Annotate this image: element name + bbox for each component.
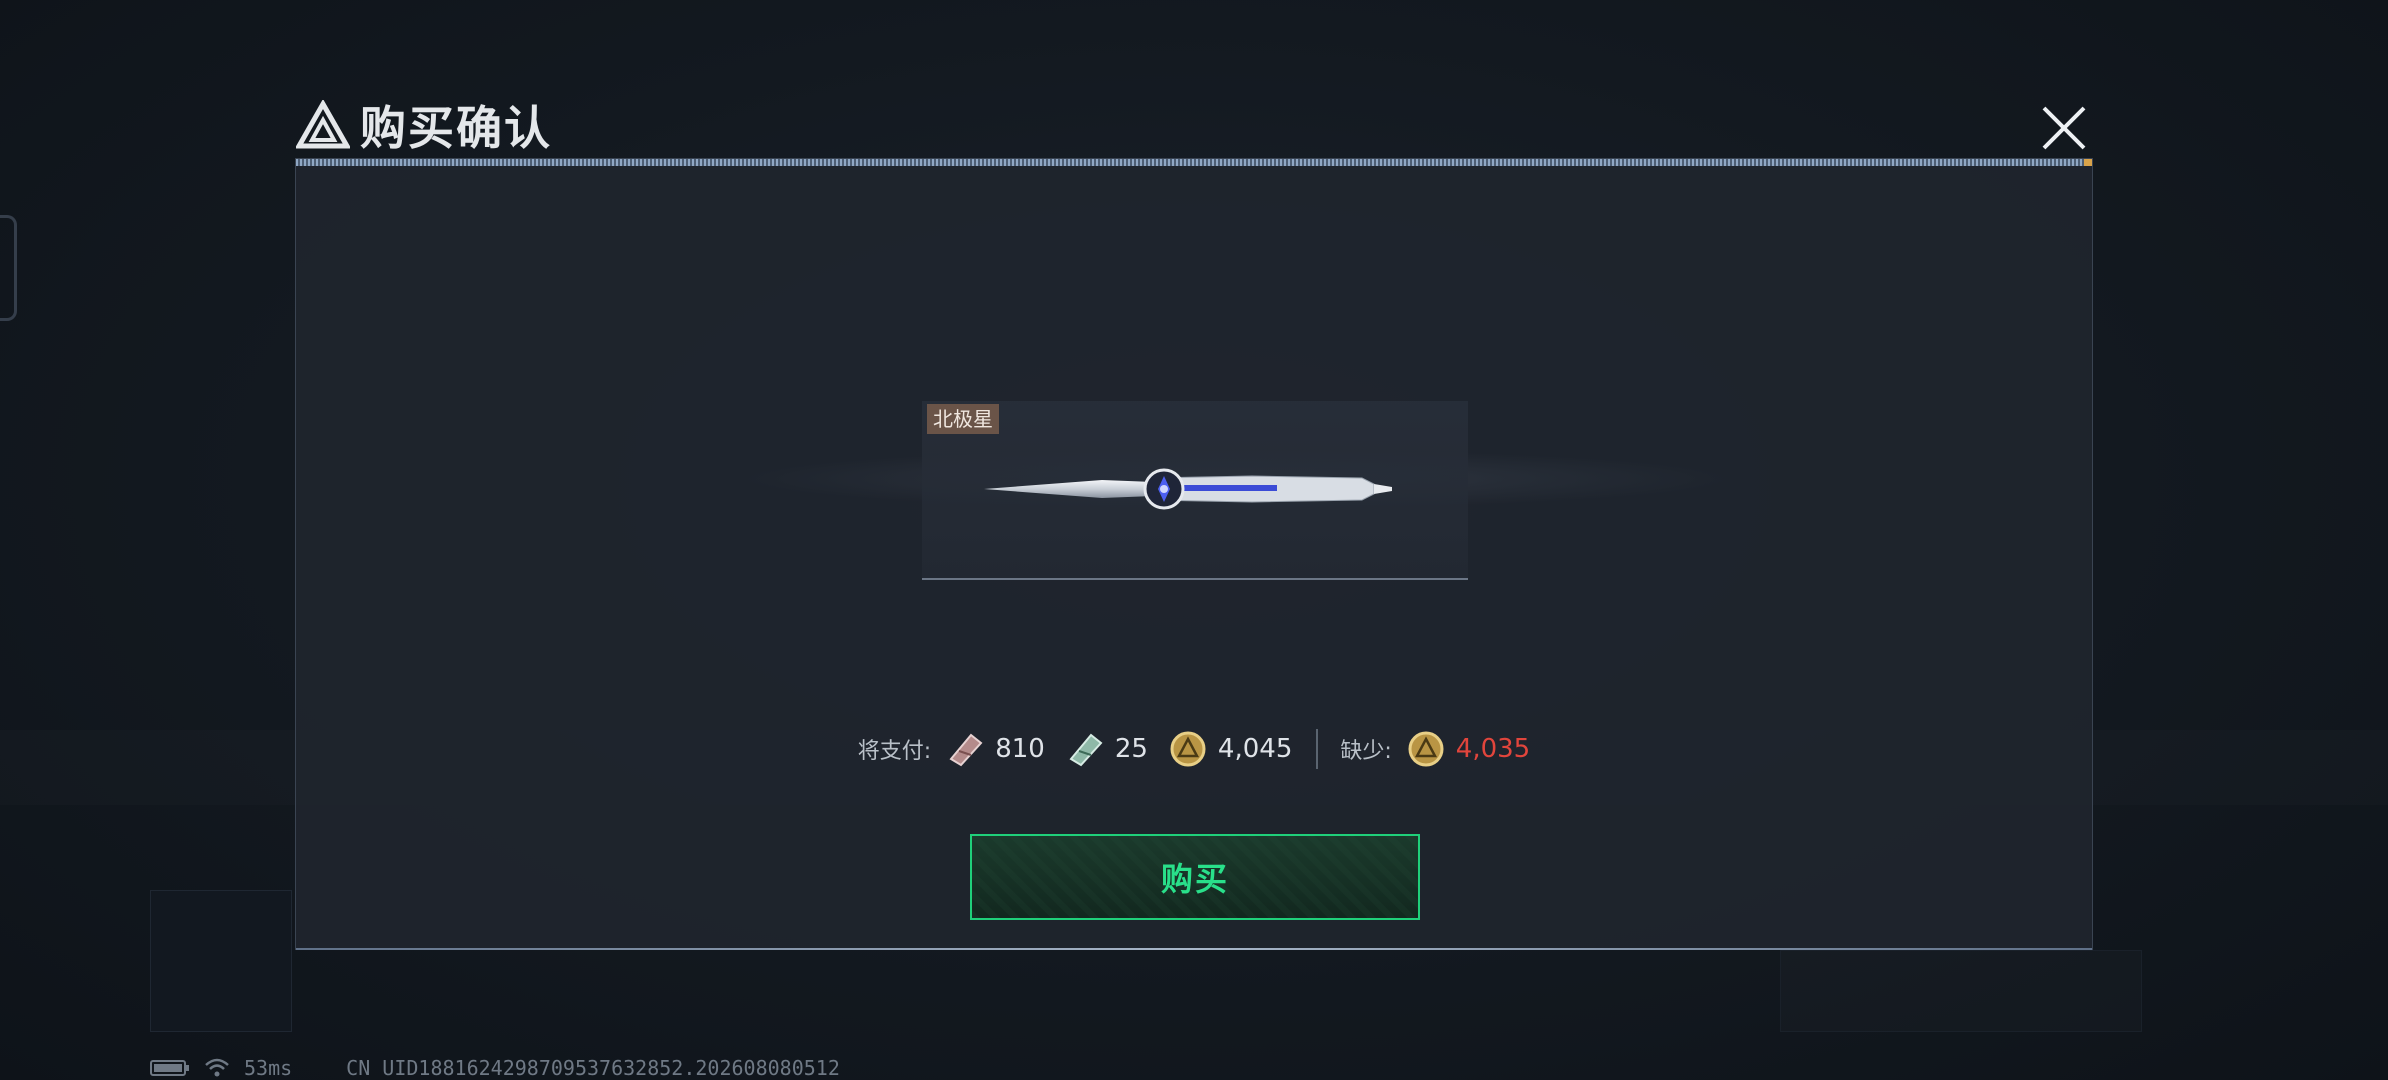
knife-weapon-icon [984, 468, 1392, 510]
background-price-panel [1780, 950, 2142, 1032]
payment-divider [1316, 729, 1319, 769]
battery-icon [150, 1060, 189, 1076]
status-bar: 53ms CN UID1881624298709537632852.202608… [150, 1056, 840, 1080]
wifi-icon [205, 1058, 229, 1077]
ping-value: 53ms [244, 1056, 293, 1080]
dialog-bottom-border [296, 948, 2092, 950]
dialog-title: 购买确认 [360, 101, 552, 155]
dialog-header: 购买确认 [296, 92, 552, 158]
ticket-red-icon [949, 733, 983, 767]
shortage-value: 4,035 [1455, 734, 1531, 764]
pay-label: 将支付: [857, 739, 932, 764]
gold-coin-icon [1170, 731, 1206, 767]
cost-value: 4,045 [1217, 734, 1293, 764]
brand-logo-icon [296, 100, 350, 149]
item-preview-card: 北极星 [922, 401, 1468, 580]
purchase-confirm-dialog: 北极星 将支付: 810 25 4,045 缺少: 4,035 购买 [295, 158, 2093, 950]
dialog-top-border [296, 159, 2092, 166]
buy-button-label: 购买 [1160, 860, 1229, 898]
side-tab-hint [0, 215, 17, 321]
uid-text: CN UID1881624298709537632852.20260808051… [346, 1056, 840, 1080]
ticket-green-icon [1069, 733, 1103, 767]
cost-value: 810 [995, 734, 1045, 764]
cost-value: 25 [1114, 734, 1148, 764]
close-icon[interactable] [2038, 102, 2090, 154]
gold-coin-icon [1408, 731, 1444, 767]
buy-button[interactable]: 购买 [970, 834, 1420, 920]
shortage-label: 缺少: [1340, 739, 1392, 764]
game-screen: 购买确认 北极星 将支付: 810 25 4,045 缺少: 4,035 购买 … [0, 0, 2388, 1080]
item-name-tag: 北极星 [927, 404, 999, 434]
background-panel [150, 890, 292, 1032]
payment-row: 将支付: 810 25 4,045 缺少: 4,035 [296, 729, 2092, 769]
